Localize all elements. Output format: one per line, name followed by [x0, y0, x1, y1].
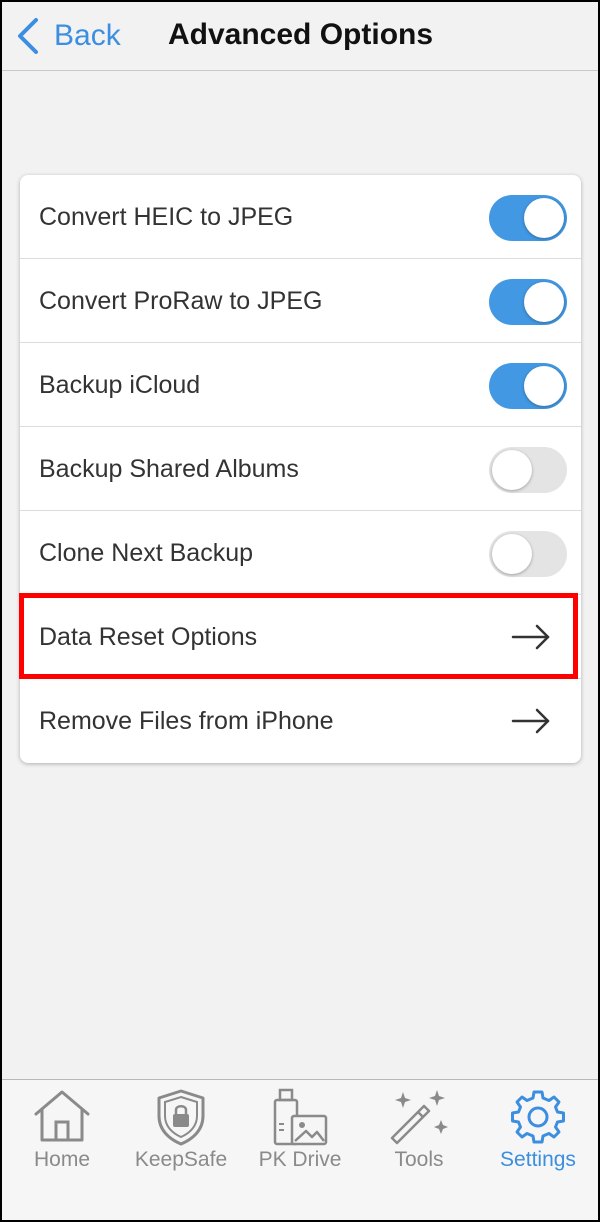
back-label: Back	[54, 19, 121, 52]
gear-icon	[511, 1090, 565, 1144]
app-frame: Back Advanced Options Convert HEIC to JP…	[0, 0, 600, 1222]
setting-label: Data Reset Options	[39, 623, 258, 651]
tab-bar: Home KeepSafe PK Drive Tools Settings	[2, 1079, 598, 1220]
tab-settings[interactable]: Settings	[479, 1080, 597, 1220]
setting-label: Remove Files from iPhone	[39, 707, 334, 735]
navigation-bar: Back Advanced Options	[2, 2, 598, 71]
backup-shared-albums-toggle[interactable]	[489, 447, 567, 493]
tab-label: PK Drive	[258, 1148, 342, 1171]
convert-proraw-toggle[interactable]	[489, 279, 567, 325]
tab-label: KeepSafe	[134, 1148, 228, 1171]
tab-pk-drive[interactable]: PK Drive	[241, 1080, 359, 1220]
convert-heic-toggle[interactable]	[489, 195, 567, 241]
usb-drive-image-icon	[273, 1088, 328, 1146]
tab-label: Settings	[500, 1148, 576, 1171]
setting-label: Clone Next Backup	[39, 539, 254, 567]
toggle-knob	[492, 450, 532, 490]
tab-tools[interactable]: Tools	[360, 1080, 478, 1220]
magic-wand-icon	[390, 1090, 448, 1145]
tab-label: Home	[33, 1148, 91, 1171]
setting-row-backup-shared-albums: Backup Shared Albums	[20, 427, 581, 511]
setting-label: Convert HEIC to JPEG	[39, 203, 294, 231]
toggle-knob	[524, 198, 564, 238]
advanced-options-list: Convert HEIC to JPEG Convert ProRaw to J…	[20, 175, 581, 763]
setting-label: Backup Shared Albums	[39, 455, 299, 483]
page-title: Advanced Options	[168, 18, 434, 51]
setting-row-backup-icloud: Backup iCloud	[20, 343, 581, 427]
tab-label: Tools	[394, 1148, 444, 1171]
setting-row-clone-next-backup: Clone Next Backup	[20, 511, 581, 595]
toggle-knob	[492, 534, 532, 574]
setting-label: Convert ProRaw to JPEG	[39, 287, 323, 315]
data-reset-options-item[interactable]: Data Reset Options	[20, 595, 581, 679]
setting-label: Backup iCloud	[39, 371, 201, 399]
setting-row-convert-proraw: Convert ProRaw to JPEG	[20, 259, 581, 343]
remove-files-from-iphone-item[interactable]: Remove Files from iPhone	[20, 679, 581, 763]
home-icon	[34, 1090, 90, 1142]
back-button[interactable]: Back	[14, 16, 121, 56]
arrow-right-icon	[511, 624, 550, 650]
tab-home[interactable]: Home	[3, 1080, 121, 1220]
shield-lock-icon	[157, 1089, 205, 1146]
arrow-right-icon	[511, 708, 550, 734]
chevron-left-icon	[18, 18, 38, 54]
toggle-knob	[524, 282, 564, 322]
tab-keepsafe[interactable]: KeepSafe	[122, 1080, 240, 1220]
toggle-knob	[524, 366, 564, 406]
clone-next-backup-toggle[interactable]	[489, 531, 567, 577]
setting-row-convert-heic: Convert HEIC to JPEG	[20, 175, 581, 259]
backup-icloud-toggle[interactable]	[489, 363, 567, 409]
